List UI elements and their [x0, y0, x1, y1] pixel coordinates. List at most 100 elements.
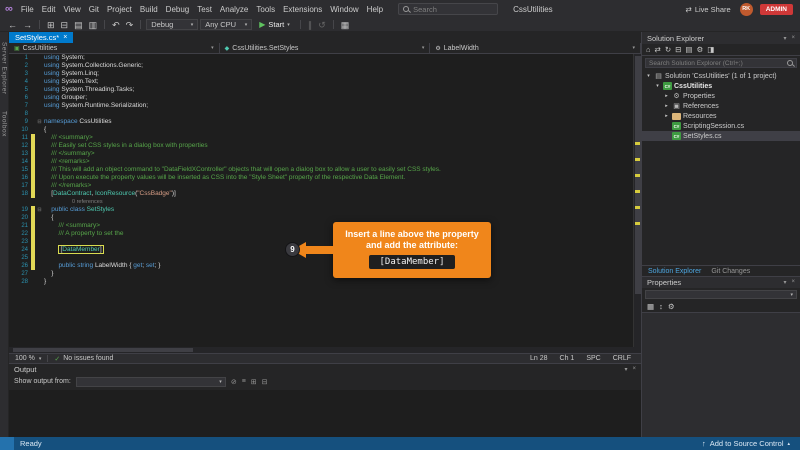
- close-icon[interactable]: ×: [791, 35, 795, 42]
- add-to-source-control-button[interactable]: ↑ Add to Source Control ▴: [702, 439, 790, 448]
- user-avatar[interactable]: RK: [740, 3, 753, 16]
- menu-extensions[interactable]: Extensions: [279, 4, 326, 15]
- output-source-dropdown[interactable]: ▾: [76, 377, 226, 387]
- solution-configuration-dropdown[interactable]: Debug▾: [146, 19, 198, 30]
- code-text[interactable]: /// This will add an object command to "…: [44, 166, 633, 174]
- new-file-icon[interactable]: ⊞: [45, 19, 57, 31]
- quick-search-box[interactable]: Search: [398, 3, 498, 15]
- navigate-forward-icon[interactable]: →: [21, 19, 34, 31]
- categorized-icon[interactable]: ▦: [647, 302, 654, 311]
- outline-marker[interactable]: ⊟: [35, 118, 44, 126]
- code-text[interactable]: /// Upon execute the property values wil…: [44, 174, 633, 182]
- tree-item-setstyles-cs[interactable]: C#SetStyles.cs: [642, 131, 800, 141]
- menu-build[interactable]: Build: [136, 4, 162, 15]
- home-icon[interactable]: ⌂: [646, 45, 651, 54]
- undo-icon[interactable]: ↶: [110, 19, 122, 31]
- expander-icon[interactable]: ▸: [663, 93, 670, 99]
- line-ending-indicator[interactable]: CRLF: [613, 355, 631, 362]
- code-text[interactable]: using Grouper;: [44, 94, 633, 102]
- code-text[interactable]: public class SetStyles: [44, 206, 633, 214]
- document-health-indicator[interactable]: ✓No issues found: [54, 355, 113, 363]
- scrollbar-thumb[interactable]: [13, 348, 193, 352]
- clear-all-icon[interactable]: ⊘: [231, 378, 237, 386]
- editor-vertical-scrollbar[interactable]: [633, 54, 641, 347]
- codelens-references[interactable]: 0 references: [9, 198, 633, 206]
- expander-icon[interactable]: ▾: [645, 73, 652, 79]
- tree-item-properties[interactable]: ▸⚙Properties: [642, 91, 800, 101]
- expander-icon[interactable]: ▾: [654, 83, 661, 89]
- close-icon[interactable]: ×: [632, 366, 636, 373]
- tree-item-scriptingsession-cs[interactable]: C#ScriptingSession.cs: [642, 121, 800, 131]
- expand-all-icon[interactable]: ⊞: [251, 378, 257, 386]
- zoom-control[interactable]: 100 %▾: [15, 355, 41, 362]
- code-text[interactable]: /// <summary>: [44, 134, 633, 142]
- code-area[interactable]: 1using System;2using System.Collections.…: [9, 54, 633, 347]
- close-icon[interactable]: ×: [791, 279, 795, 286]
- preview-icon[interactable]: ◨: [707, 45, 714, 54]
- tree-item-resources[interactable]: ▸Resources: [642, 111, 800, 121]
- find-in-files-icon[interactable]: ▦: [339, 19, 352, 31]
- close-icon[interactable]: ×: [63, 34, 67, 41]
- window-menu-icon[interactable]: ▾: [783, 279, 786, 286]
- menu-window[interactable]: Window: [326, 4, 362, 15]
- code-text[interactable]: [44, 110, 633, 118]
- live-share-button[interactable]: ⇄ Live Share: [686, 5, 731, 14]
- expander-icon[interactable]: ▸: [663, 113, 670, 119]
- property-pages-icon[interactable]: ⚙: [668, 302, 675, 311]
- collapse-all-icon[interactable]: ⊟: [262, 378, 268, 386]
- expander-icon[interactable]: ▸: [663, 103, 670, 109]
- navigate-back-icon[interactable]: ←: [6, 19, 19, 31]
- panel-tab-solution-explorer[interactable]: Solution Explorer: [648, 268, 701, 275]
- nest-files-icon[interactable]: ⊟: [675, 45, 681, 54]
- side-tab-server-explorer[interactable]: Server Explorer: [1, 42, 8, 95]
- menu-git[interactable]: Git: [85, 4, 103, 15]
- code-text[interactable]: using System.Threading.Tasks;: [44, 86, 633, 94]
- menu-test[interactable]: Test: [193, 4, 216, 15]
- menu-file[interactable]: File: [17, 4, 38, 15]
- line-indicator[interactable]: Ln 28: [530, 355, 548, 362]
- column-indicator[interactable]: Ch 1: [560, 355, 575, 362]
- code-text[interactable]: /// <remarks>: [44, 158, 633, 166]
- save-icon[interactable]: ▤: [72, 19, 85, 31]
- save-all-icon[interactable]: ▥: [87, 19, 100, 31]
- tab-setstyles[interactable]: SetStyles.cs* ×: [9, 32, 73, 43]
- menu-view[interactable]: View: [60, 4, 85, 15]
- code-text[interactable]: using System.Runtime.Serialization;: [44, 102, 633, 110]
- menu-tools[interactable]: Tools: [252, 4, 279, 15]
- tree-item-references[interactable]: ▸▣References: [642, 101, 800, 111]
- window-menu-icon[interactable]: ▾: [783, 35, 786, 42]
- code-text[interactable]: using System.Collections.Generic;: [44, 62, 633, 70]
- menu-analyze[interactable]: Analyze: [216, 4, 252, 15]
- menu-help[interactable]: Help: [363, 4, 387, 15]
- alphabetical-icon[interactable]: ↕: [659, 302, 663, 311]
- open-file-icon[interactable]: ⊟: [59, 19, 71, 31]
- breadcrumb-cssutilities[interactable]: ▣CssUtilities▾: [9, 43, 220, 53]
- menu-debug[interactable]: Debug: [162, 4, 194, 15]
- show-all-files-icon[interactable]: ▤: [685, 45, 692, 54]
- tree-item-cssutilities[interactable]: ▾C#CssUtilities: [642, 81, 800, 91]
- code-text[interactable]: {: [44, 214, 633, 222]
- panel-tab-git-changes[interactable]: Git Changes: [711, 268, 750, 275]
- outline-marker[interactable]: ⊟: [35, 206, 44, 214]
- code-text[interactable]: using System;: [44, 54, 633, 62]
- code-text[interactable]: }: [44, 278, 633, 286]
- code-text[interactable]: {: [44, 126, 633, 134]
- word-wrap-icon[interactable]: ≡: [242, 378, 246, 386]
- menu-project[interactable]: Project: [103, 4, 136, 15]
- code-text[interactable]: using System.Linq;: [44, 70, 633, 78]
- menu-edit[interactable]: Edit: [38, 4, 60, 15]
- redo-icon[interactable]: ↷: [124, 19, 136, 31]
- code-text[interactable]: /// </summary>: [44, 150, 633, 158]
- hot-reload-icon[interactable]: ↺: [316, 19, 328, 31]
- breadcrumb-cssutilities-setstyles[interactable]: ◆CssUtilities.SetStyles▾: [220, 43, 431, 53]
- properties-icon[interactable]: ⚙: [697, 45, 704, 54]
- solution-explorer-search[interactable]: Search Solution Explorer (Ctrl+;): [645, 58, 797, 68]
- output-content[interactable]: [9, 390, 641, 438]
- code-text[interactable]: using System.Text;: [44, 78, 633, 86]
- code-text[interactable]: [DataContract, IconResource("CssBadge")]: [44, 190, 633, 198]
- pause-icon[interactable]: ∥: [306, 19, 315, 31]
- breadcrumb-labelwidth[interactable]: ⚙LabelWidth▾: [430, 43, 641, 53]
- switch-views-icon[interactable]: ⇄: [655, 45, 661, 54]
- window-menu-icon[interactable]: ▾: [624, 366, 627, 373]
- properties-object-dropdown[interactable]: ▾: [645, 290, 797, 299]
